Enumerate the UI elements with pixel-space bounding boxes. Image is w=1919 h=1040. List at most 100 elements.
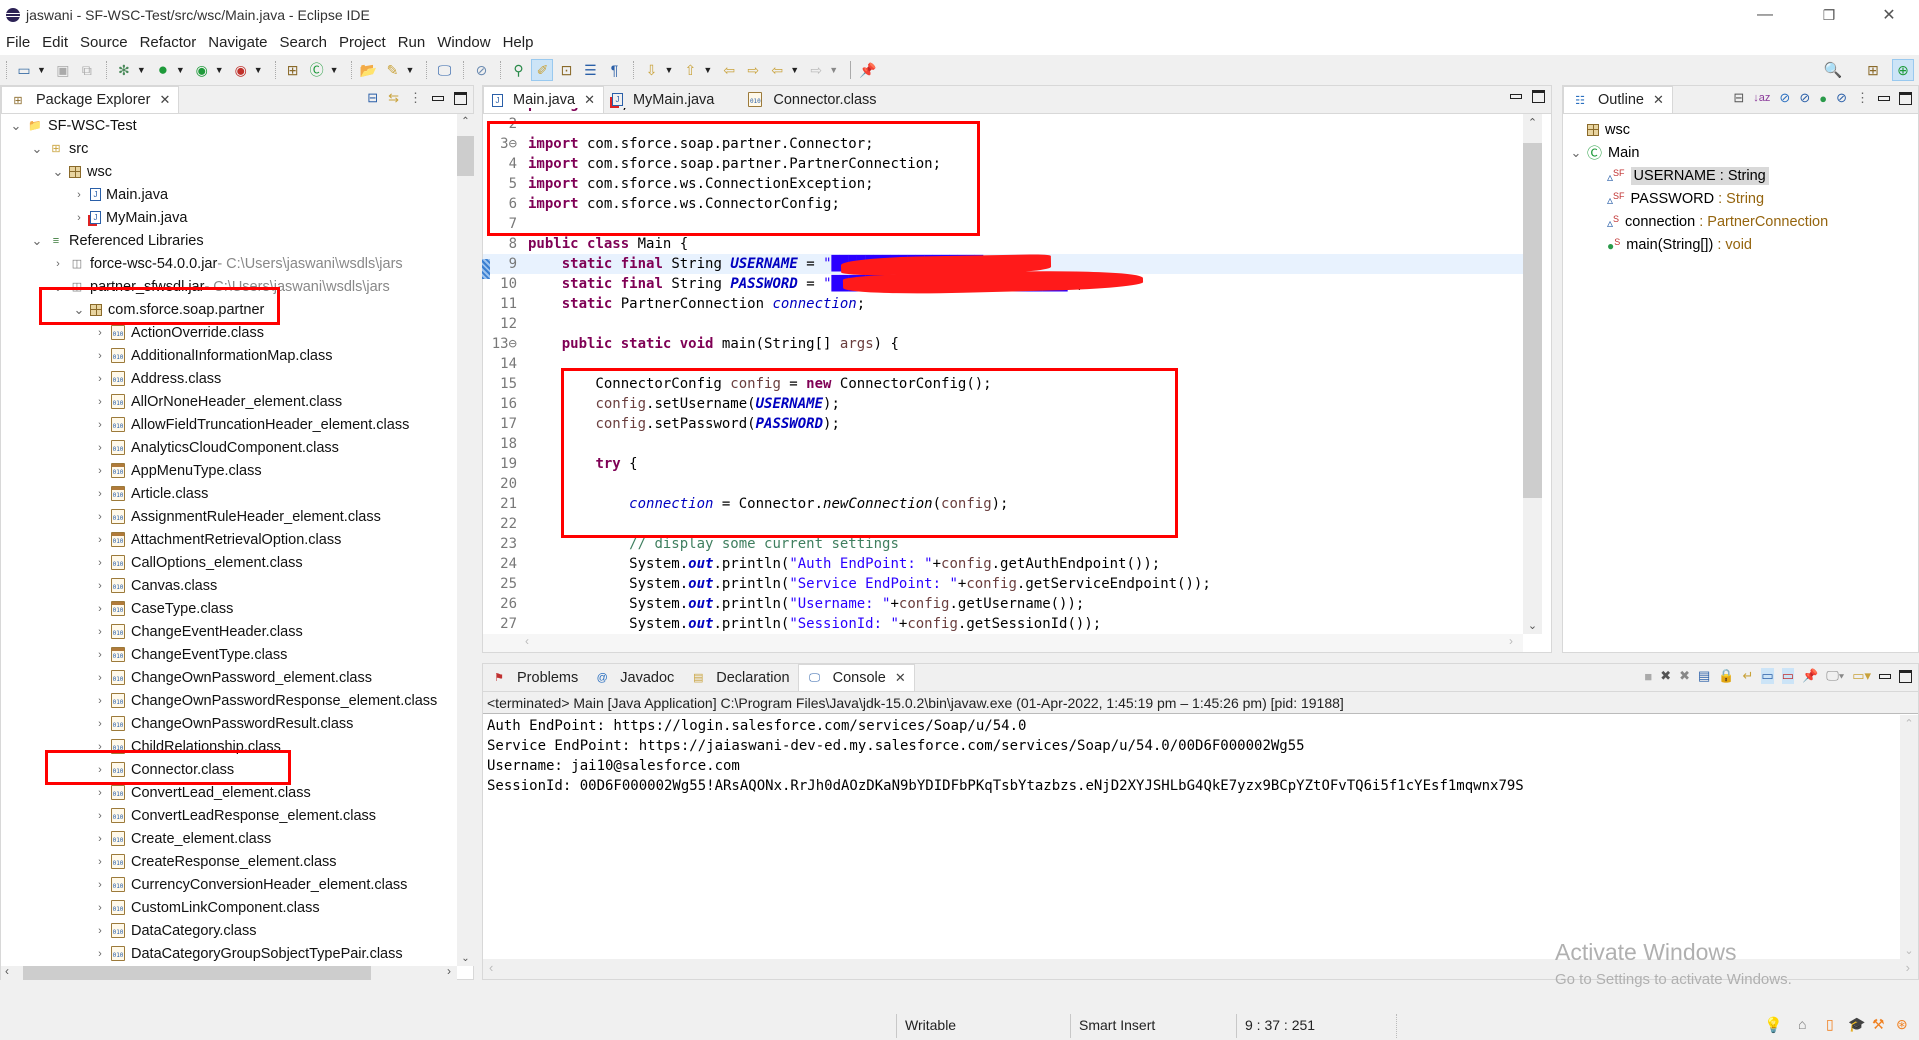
chevron-down-icon[interactable]: ⌄	[30, 141, 44, 157]
console-icon[interactable]: 🖵	[433, 59, 455, 81]
tree-item[interactable]: › 010 CallOptions_element.class	[1, 551, 473, 574]
chevron-right-icon[interactable]: ›	[93, 787, 107, 799]
tree-item[interactable]: › 010 AllOrNoneHeader_element.class	[1, 390, 473, 413]
chevron-right-icon[interactable]: ›	[93, 580, 107, 592]
minimize-view-icon[interactable]	[432, 95, 444, 101]
collapse-all-icon[interactable]: ⊟	[1733, 90, 1744, 106]
code-line[interactable]: 16 config.setUsername(USERNAME);	[483, 394, 1523, 414]
maximize-view-icon[interactable]	[454, 91, 467, 105]
tree-item[interactable]: › 010 Article.class	[1, 482, 473, 505]
tip-lightbulb-icon[interactable]: 💡	[1764, 1016, 1783, 1034]
chevron-right-icon[interactable]: ›	[51, 258, 65, 270]
outline-item[interactable]: ⌄ Ⓒ Main	[1563, 141, 1918, 164]
scroll-up-icon[interactable]: ⌃	[457, 116, 474, 127]
search-tool-icon[interactable]: ✎	[382, 59, 404, 81]
menu-run[interactable]: Run	[398, 34, 426, 51]
save-icon[interactable]: ▣	[52, 59, 74, 81]
code-line[interactable]: 21 connection = Connector.newConnection(…	[483, 494, 1523, 514]
tree-item[interactable]: ⌄ ≡ Referenced Libraries	[1, 229, 473, 252]
tree-item[interactable]: › J Main.java	[1, 183, 473, 206]
next-annotation-dropdown-icon[interactable]: ▼	[664, 65, 673, 75]
outline-item[interactable]: ▵SF PASSWORD : String	[1563, 187, 1918, 210]
tree-item[interactable]: › 010 ChangeOwnPasswordResult.class	[1, 712, 473, 735]
code-line[interactable]: 18	[483, 434, 1523, 454]
coverage-icon[interactable]: ◉	[191, 59, 213, 81]
menu-file[interactable]: File	[6, 34, 30, 51]
scroll-lock-icon[interactable]: 🔒	[1718, 668, 1734, 684]
chevron-right-icon[interactable]: ›	[93, 649, 107, 661]
collapse-all-icon[interactable]: ⊟	[367, 90, 378, 106]
code-line[interactable]: 12	[483, 314, 1523, 334]
block-selection-icon[interactable]: ⊡	[555, 59, 577, 81]
chevron-right-icon[interactable]: ›	[93, 695, 107, 707]
scroll-right-icon[interactable]: ›	[1906, 960, 1910, 975]
outline-item[interactable]: ▵SF USERNAME : String	[1563, 164, 1918, 187]
next-edit-icon[interactable]: ⇨	[742, 59, 764, 81]
tree-item[interactable]: › 010 Create_element.class	[1, 827, 473, 850]
scroll-down-icon[interactable]: ⌄	[1900, 944, 1918, 957]
tree-item[interactable]: ⌄ com.sforce.soap.partner	[1, 298, 473, 321]
scroll-left-icon[interactable]: ‹	[525, 634, 529, 648]
new-dropdown-icon[interactable]: ▼	[37, 65, 46, 75]
menu-project[interactable]: Project	[339, 34, 386, 51]
chevron-right-icon[interactable]: ›	[93, 925, 107, 937]
forward-dropdown-icon[interactable]: ▼	[829, 65, 838, 75]
package-explorer-hscrollbar[interactable]: ‹ ›	[1, 964, 457, 980]
chevron-right-icon[interactable]: ›	[93, 488, 107, 500]
tab-outline[interactable]: ☷ Outline ✕	[1563, 86, 1673, 113]
scroll-up-icon[interactable]: ⌃	[1900, 717, 1918, 730]
mark-occurrences-icon[interactable]: ✐	[531, 59, 554, 81]
scroll-down-icon[interactable]: ⌄	[457, 953, 474, 964]
code-line[interactable]: 15 ConnectorConfig config = new Connecto…	[483, 374, 1523, 394]
sort-icon[interactable]: ↓az	[1753, 92, 1770, 104]
open-console-icon[interactable]: ▭▾	[1852, 668, 1871, 684]
status-insert-mode[interactable]: Smart Insert	[1070, 1014, 1240, 1038]
menu-navigate[interactable]: Navigate	[208, 34, 267, 51]
tutorials-icon[interactable]: 🎓	[1848, 1016, 1865, 1033]
menu-refactor[interactable]: Refactor	[140, 34, 197, 51]
tree-item[interactable]: › 010 CaseType.class	[1, 597, 473, 620]
show-on-stdout-icon[interactable]: ▭	[1761, 668, 1774, 684]
code-line[interactable]: 17 config.setPassword(PASSWORD);	[483, 414, 1523, 434]
chevron-down-icon[interactable]: ⌄	[9, 118, 23, 134]
chevron-right-icon[interactable]: ›	[93, 764, 107, 776]
tree-item[interactable]: › 010 CustomLinkComponent.class	[1, 896, 473, 919]
pin-editor-icon[interactable]: 📌	[857, 59, 879, 81]
scroll-down-icon[interactable]: ⌄	[1523, 619, 1542, 632]
display-console-icon[interactable]: 🖵▾	[1826, 668, 1844, 684]
code-line[interactable]: 27 System.out.println("SessionId: "+conf…	[483, 614, 1523, 634]
run-dropdown-icon[interactable]: ▼	[176, 65, 185, 75]
new-class-icon[interactable]: Ⓒ	[306, 59, 328, 81]
tree-item[interactable]: › 010 ChildRelationship.class	[1, 735, 473, 758]
new-package-icon[interactable]: ⊞	[282, 59, 304, 81]
hide-static-icon[interactable]: ⊘	[1799, 90, 1810, 106]
tab-console[interactable]: 🖵 Console ✕	[797, 664, 915, 691]
maximize-view-icon[interactable]	[1899, 91, 1912, 105]
minimize-view-icon[interactable]	[1879, 673, 1891, 679]
open-type-icon[interactable]: 📂	[358, 59, 380, 81]
scroll-right-icon[interactable]: ›	[447, 964, 451, 978]
java-perspective-icon[interactable]: ⊕	[1892, 59, 1914, 81]
editor-hscrollbar[interactable]: ‹ ›	[483, 634, 1523, 652]
code-editor[interactable]: 1package wsc;23⊖import com.sforce.soap.p…	[483, 108, 1523, 634]
terminate-icon[interactable]: ■	[1644, 669, 1652, 684]
chevron-down-icon[interactable]: ⌄	[72, 302, 86, 318]
chevron-right-icon[interactable]: ›	[93, 879, 107, 891]
code-line[interactable]: 6 import com.sforce.ws.ConnectorConfig;	[483, 194, 1523, 214]
whats-new-icon[interactable]: ⚒	[1872, 1016, 1885, 1033]
external-tools-icon[interactable]: ◉	[230, 59, 252, 81]
word-wrap-icon[interactable]: ↵	[1743, 668, 1754, 684]
tab-declaration[interactable]: ▤ Declaration	[682, 664, 797, 691]
scroll-left-icon[interactable]: ‹	[489, 960, 493, 975]
close-tab-icon[interactable]: ✕	[1653, 92, 1664, 108]
search-dropdown-icon[interactable]: ▼	[406, 65, 415, 75]
code-line[interactable]: 19 try {	[483, 454, 1523, 474]
tab-package-explorer[interactable]: ⊞ Package Explorer ✕	[1, 86, 180, 113]
chevron-right-icon[interactable]: ›	[93, 419, 107, 431]
menu-search[interactable]: Search	[279, 34, 327, 51]
chevron-right-icon[interactable]: ›	[93, 741, 107, 753]
skip-breakpoints-icon[interactable]: ⊘	[470, 59, 492, 81]
new-icon[interactable]: ▭	[13, 59, 35, 81]
tree-item[interactable]: › 010 AssignmentRuleHeader_element.class	[1, 505, 473, 528]
chevron-right-icon[interactable]: ›	[93, 948, 107, 960]
